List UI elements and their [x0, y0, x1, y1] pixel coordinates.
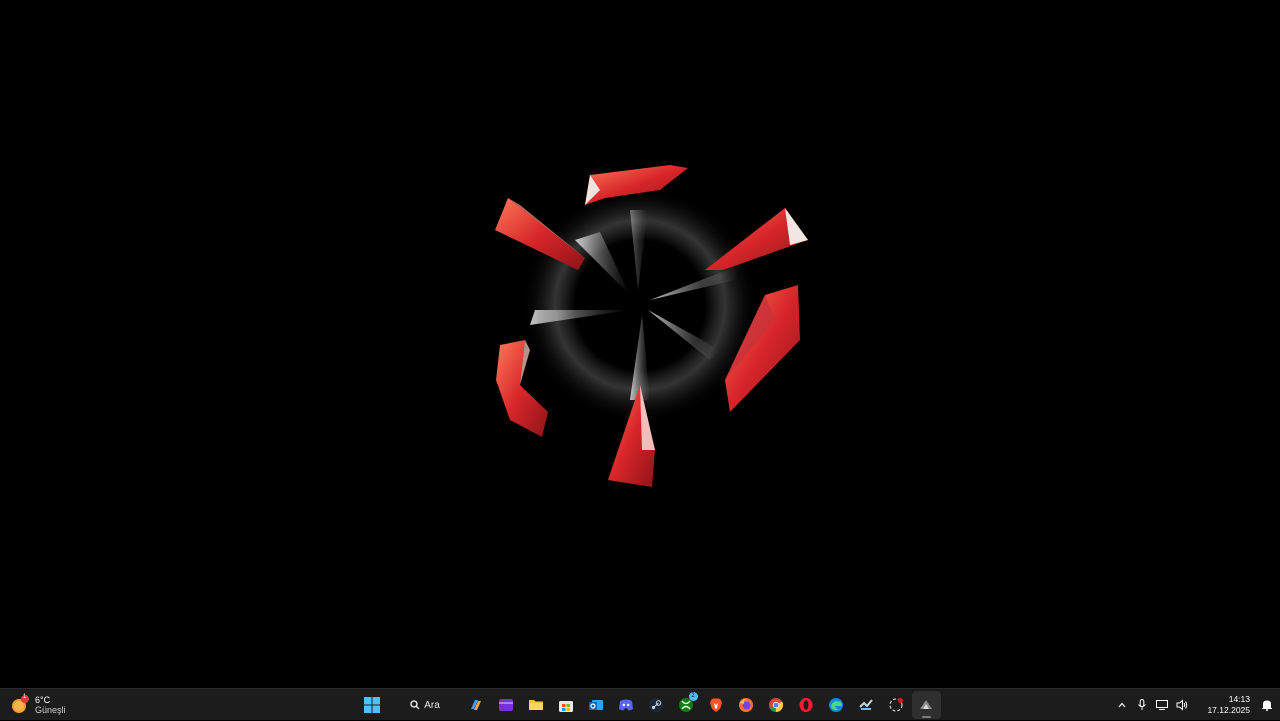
system-tray: 14:13 17.12.2025	[1112, 689, 1280, 721]
outlook-button[interactable]	[582, 691, 611, 719]
opera-icon	[799, 698, 813, 712]
steam-icon	[859, 699, 873, 710]
sun-weather-icon: 1	[10, 694, 30, 715]
opera-button[interactable]	[792, 691, 821, 719]
weather-badge-count: 1	[23, 694, 27, 700]
search-icon	[410, 700, 420, 710]
copilot-icon	[471, 700, 481, 710]
weather-condition: Güneşli	[35, 705, 66, 715]
active-app-icon	[920, 700, 932, 709]
steam-icon	[649, 698, 663, 712]
taskbar-center: Ara 2	[357, 689, 941, 721]
taskbar: 1 6°C Güneşli Ara 2 14:13 17.12.2025	[0, 688, 1280, 720]
edge-button[interactable]	[822, 691, 851, 719]
clipchamp-icon	[499, 699, 513, 711]
xbox-badge: 2	[688, 692, 698, 701]
weather-temperature: 6°C	[35, 695, 51, 705]
microphone-button[interactable]	[1132, 692, 1152, 718]
network-button[interactable]	[1152, 692, 1172, 718]
chrome-button[interactable]	[762, 691, 791, 719]
volume-button[interactable]	[1172, 692, 1192, 718]
clock-time: 14:13	[1228, 694, 1250, 704]
search-label: Ara	[424, 699, 440, 711]
folder-icon	[529, 700, 543, 710]
speaker-icon	[1176, 699, 1188, 711]
active-app-button[interactable]	[911, 691, 941, 719]
app-loading-button[interactable]	[882, 691, 911, 719]
microphone-icon	[1138, 699, 1146, 710]
steam-button[interactable]	[642, 691, 671, 719]
discord-button[interactable]	[612, 691, 641, 719]
microsoft-store-button[interactable]	[552, 691, 581, 719]
weather-widget[interactable]: 1 6°C Güneşli	[10, 692, 80, 718]
file-explorer-button[interactable]	[522, 691, 551, 719]
edge-icon	[829, 698, 843, 712]
brave-icon	[710, 698, 722, 712]
firefox-button[interactable]	[732, 691, 761, 719]
clock-date: 17.12.2025	[1207, 705, 1250, 715]
xbox-button[interactable]: 2	[672, 691, 701, 719]
discord-icon	[619, 699, 633, 711]
copilot-button[interactable]	[462, 691, 491, 719]
brave-button[interactable]	[702, 691, 731, 719]
notifications-button[interactable]	[1254, 692, 1280, 718]
desktop	[0, 0, 1280, 688]
chevron-up-icon	[1118, 702, 1126, 708]
show-hidden-icons-button[interactable]	[1112, 692, 1132, 718]
start-button[interactable]	[358, 691, 387, 719]
firefox-icon	[739, 698, 753, 712]
windows-logo-icon	[364, 697, 380, 713]
chrome-icon	[769, 698, 784, 713]
clipchamp-button[interactable]	[492, 691, 521, 719]
loading-splash-graphic	[480, 150, 820, 500]
notification-bell-icon	[1262, 700, 1272, 711]
network-monitor-icon	[1156, 700, 1168, 710]
steam-2-button[interactable]	[852, 691, 881, 719]
loading-app-icon	[889, 698, 903, 712]
clock[interactable]: 14:13 17.12.2025	[1204, 694, 1250, 716]
store-icon	[559, 701, 573, 712]
outlook-icon	[589, 700, 603, 710]
search-button[interactable]: Ara	[393, 692, 457, 718]
